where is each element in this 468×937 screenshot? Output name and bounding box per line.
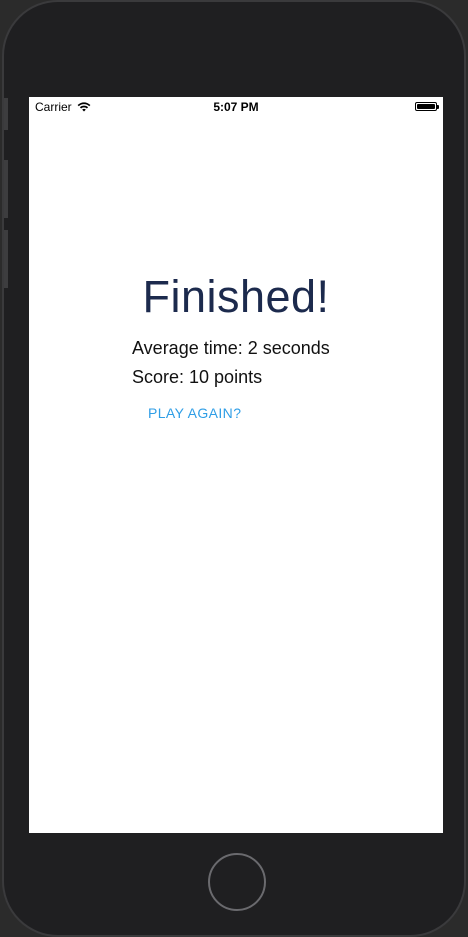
home-button[interactable] bbox=[208, 853, 266, 911]
battery-tip bbox=[437, 105, 439, 109]
volume-down-button bbox=[4, 230, 8, 288]
page-title: Finished! bbox=[142, 271, 330, 322]
status-time: 5:07 PM bbox=[213, 100, 259, 114]
play-again-button[interactable]: PLAY AGAIN? bbox=[148, 405, 241, 421]
status-bar: Carrier 5:07 PM bbox=[29, 97, 443, 117]
app-screen: Carrier 5:07 PM Finished! Average time: … bbox=[29, 97, 443, 833]
volume-up-button bbox=[4, 160, 8, 218]
battery-icon bbox=[415, 102, 439, 111]
score-text: Score: 10 points bbox=[132, 367, 263, 387]
mute-switch bbox=[4, 98, 8, 130]
average-time-text: Average time: 2 seconds bbox=[132, 338, 330, 358]
battery-level bbox=[417, 104, 435, 109]
